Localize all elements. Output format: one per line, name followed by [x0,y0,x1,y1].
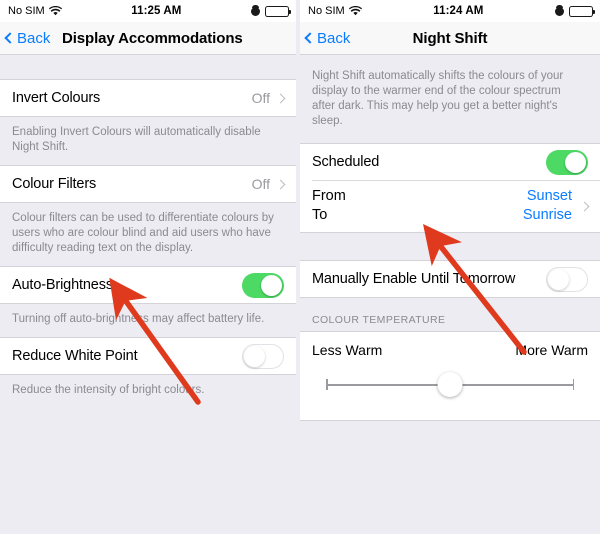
left-nav-bar: Back Display Accommodations [0,22,296,55]
group-colour-filters: Colour Filters Off [0,165,296,203]
section-gap [300,233,600,260]
back-button[interactable]: Back [0,30,50,47]
group-auto-brightness: Auto-Brightness [0,266,296,304]
page-title: Display Accommodations [62,29,243,47]
auto-brightness-toggle[interactable] [242,272,284,298]
group-colour-temperature: Less Warm More Warm [300,331,600,421]
right-settings-list: Night Shift automatically shifts the col… [300,55,600,421]
night-shift-description: Night Shift automatically shifts the col… [300,69,600,143]
from-value: Sunset [526,188,572,204]
footnote-invert-colours: Enabling Invert Colours will automatical… [0,117,296,165]
clock-label: 11:24 AM [433,5,484,17]
row-manually-enable[interactable]: Manually Enable Until Tomorrow [300,261,600,297]
right-nav-bar: Back Night Shift [300,22,600,55]
battery-icon [569,5,596,17]
footnote-colour-filters: Colour filters can be used to differenti… [0,203,296,266]
chevron-right-icon [579,201,590,211]
group-invert-colours: Invert Colours Off [0,79,296,117]
list-top-gap [300,55,600,69]
back-button[interactable]: Back [300,30,350,47]
group-manual-enable: Manually Enable Until Tomorrow [300,260,600,298]
slider-thumb[interactable] [437,372,463,397]
row-label: Manually Enable Until Tomorrow [312,271,516,287]
clock-label: 11:25 AM [131,5,182,17]
slider-labels: Less Warm More Warm [312,342,588,358]
from-label: From [312,188,346,204]
alarm-icon [555,5,564,16]
status-bar-right [251,5,292,17]
list-top-gap [0,55,296,79]
row-label: Invert Colours [12,90,101,106]
from-to-values: Sunset Sunrise [523,187,572,225]
more-warm-label: More Warm [515,342,588,358]
right-status-bar: No SIM 11:24 AM [300,0,600,22]
battery-icon [265,5,292,17]
screenshot-canvas: No SIM 11:25 AM Back Display Accommodati… [0,0,600,534]
group-reduce-white-point: Reduce White Point [0,337,296,375]
row-accessory: Off [251,90,286,106]
carrier-label: No SIM [308,5,345,17]
left-status-bar: No SIM 11:25 AM [0,0,296,22]
row-invert-colours[interactable]: Invert Colours Off [0,80,296,116]
row-accessory: Off [251,176,286,192]
section-header-colour-temperature: COLOUR TEMPERATURE [300,298,600,331]
less-warm-label: Less Warm [312,342,383,358]
status-bar-left: No SIM [8,5,62,17]
row-value: Off [251,176,270,192]
manually-enable-toggle[interactable] [546,266,588,292]
footnote-auto-brightness: Turning off auto-brightness may affect b… [0,304,296,337]
wifi-icon [348,5,362,16]
status-bar-right [555,5,596,17]
reduce-white-point-toggle[interactable] [242,343,284,369]
carrier-label: No SIM [8,5,45,17]
to-label: To [312,207,328,223]
chevron-left-icon [4,32,16,44]
row-value: Off [251,90,270,106]
group-schedule: Scheduled From To Sunset Sunrise [300,143,600,233]
chevron-right-icon [275,93,286,103]
row-scheduled[interactable]: Scheduled [300,144,600,180]
slider-tick-right [572,379,574,390]
back-button-label: Back [17,29,51,47]
row-label: Auto-Brightness [12,277,113,293]
scheduled-toggle[interactable] [546,149,588,175]
row-label: Scheduled [312,154,380,170]
row-auto-brightness[interactable]: Auto-Brightness [0,267,296,303]
row-colour-filters[interactable]: Colour Filters Off [0,166,296,202]
alarm-icon [251,5,260,16]
colour-temperature-slider[interactable] [312,372,588,398]
right-phone-panel: No SIM 11:24 AM Back Night Shift Night S… [300,0,600,421]
back-button-label: Back [317,29,351,47]
footnote-reduce-white-point: Reduce the intensity of bright colours. [0,375,296,408]
left-phone-panel: No SIM 11:25 AM Back Display Accommodati… [0,0,296,408]
chevron-right-icon [275,179,286,189]
from-to-labels: From To [312,187,523,225]
row-label: Colour Filters [12,176,97,192]
row-from-to[interactable]: From To Sunset Sunrise [300,181,600,232]
chevron-left-icon [304,32,316,44]
left-settings-list: Invert Colours Off Enabling Invert Colou… [0,55,296,408]
wifi-icon [48,5,62,16]
row-label: Reduce White Point [12,348,138,364]
status-bar-left: No SIM [308,5,362,17]
slider-tick-left [326,379,328,390]
colour-temperature-slider-row: Less Warm More Warm [300,332,600,420]
to-value: Sunrise [522,207,572,223]
row-reduce-white-point[interactable]: Reduce White Point [0,338,296,374]
